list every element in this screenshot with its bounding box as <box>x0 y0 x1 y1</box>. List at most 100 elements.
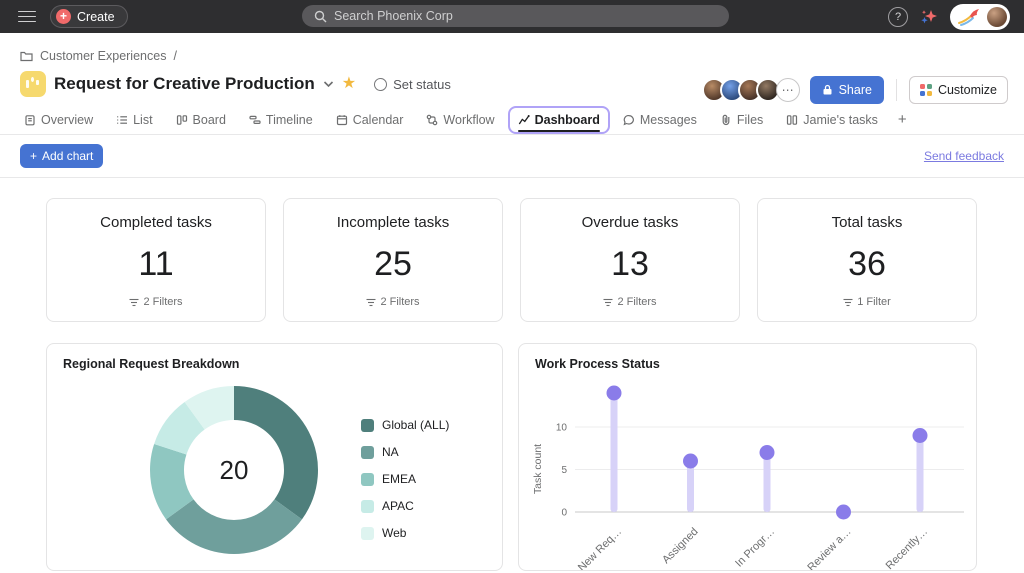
legend-item[interactable]: APAC <box>361 499 449 513</box>
lollipop-dot[interactable] <box>836 505 851 520</box>
tab-label: Timeline <box>266 113 313 127</box>
customize-button-label: Customize <box>938 83 997 97</box>
lollipop-dot[interactable] <box>607 386 622 401</box>
legend-label: Web <box>382 526 406 540</box>
share-button[interactable]: Share <box>810 76 884 104</box>
stat-card-value: 36 <box>848 247 886 281</box>
tab-label: Workflow <box>443 113 494 127</box>
topbar: + Create Search Phoenix Corp ? <box>0 0 1024 33</box>
tab-board[interactable]: Board <box>166 106 236 134</box>
lollipop-stem[interactable] <box>764 453 771 513</box>
lollipop-stem[interactable] <box>917 436 924 513</box>
create-button-label: Create <box>77 10 115 24</box>
stat-card-filters[interactable]: 2 Filters <box>129 296 182 308</box>
tab-list[interactable]: List <box>106 106 162 134</box>
tab-label: Jamie's tasks <box>803 113 878 127</box>
phoenix-logo-icon <box>956 7 982 27</box>
help-button[interactable]: ? <box>888 7 908 27</box>
donut-slice[interactable] <box>166 499 302 554</box>
filter-icon <box>366 298 376 307</box>
status-circle-icon <box>374 78 387 91</box>
lollipop-chart[interactable]: 0510Task countNew Req…AssignedIn Progr…R… <box>519 344 977 571</box>
avatar-overflow-button[interactable]: ⋯ <box>776 78 800 102</box>
clipboard-icon <box>24 114 36 126</box>
user-avatar <box>987 7 1007 27</box>
tab-label: Board <box>193 113 226 127</box>
tab-dashboard[interactable]: Dashboard <box>508 106 610 134</box>
send-feedback-link[interactable]: Send feedback <box>924 149 1004 163</box>
project-icon[interactable] <box>20 71 46 97</box>
lollipop-stem[interactable] <box>611 393 618 512</box>
tab-label: Dashboard <box>535 113 600 127</box>
divider <box>896 79 897 101</box>
lollipop-chart-card[interactable]: Work Process Status 0510Task countNew Re… <box>518 343 977 571</box>
lollipop-dot[interactable] <box>913 428 928 443</box>
donut-center-label: 20 <box>220 455 249 485</box>
lollipop-dot[interactable] <box>683 454 698 469</box>
stat-card-incomplete[interactable]: Incomplete tasks 25 2 Filters <box>283 198 503 322</box>
stat-card-filters[interactable]: 2 Filters <box>603 296 656 308</box>
lollipop-dot[interactable] <box>760 445 775 460</box>
dashboard-content: Completed tasks 11 2 Filters Incomplete … <box>0 178 1024 571</box>
add-tab-button[interactable]: + <box>891 106 914 133</box>
stat-card-filters[interactable]: 1 Filter <box>843 296 891 308</box>
legend-label: Global (ALL) <box>382 418 449 432</box>
tab-overview[interactable]: Overview <box>14 106 103 134</box>
member-avatars[interactable]: ⋯ <box>702 78 800 102</box>
legend-swatch <box>361 527 374 540</box>
workspace-user-pill[interactable] <box>950 4 1010 30</box>
asana-dashboard-app: + Create Search Phoenix Corp ? <box>0 0 1024 573</box>
chart-line-icon <box>518 114 530 126</box>
tab-workflow[interactable]: Workflow <box>416 106 504 134</box>
legend-item[interactable]: NA <box>361 445 449 459</box>
set-status-button[interactable]: Set status <box>374 77 451 92</box>
legend-item[interactable]: EMEA <box>361 472 449 486</box>
legend-item[interactable]: Global (ALL) <box>361 418 449 432</box>
stat-card-overdue[interactable]: Overdue tasks 13 2 Filters <box>520 198 740 322</box>
tab-jamies-tasks[interactable]: Jamie's tasks <box>776 106 888 134</box>
favorite-star-icon[interactable]: ★ <box>342 76 356 92</box>
tab-label: Overview <box>41 113 93 127</box>
share-button-label: Share <box>839 83 872 97</box>
sidebar-toggle-hamburger-icon[interactable] <box>18 11 36 23</box>
search-icon <box>314 10 327 23</box>
page-header: Customer Experiences / ⋯ Share <box>0 33 1024 135</box>
search-input[interactable]: Search Phoenix Corp <box>302 5 729 27</box>
stat-card-title: Total tasks <box>832 214 903 231</box>
donut-slice[interactable] <box>234 386 318 519</box>
breadcrumb-link[interactable]: Customer Experiences <box>40 49 166 63</box>
tab-files[interactable]: Files <box>710 106 773 134</box>
legend-item[interactable]: Web <box>361 526 449 540</box>
stat-card-filters[interactable]: 2 Filters <box>366 296 419 308</box>
x-category-label: Assigned <box>660 526 700 566</box>
project-tabs: Overview List Board Timeline Calendar Wo… <box>0 105 1024 135</box>
chart-cards-row: Regional Request Breakdown 20 Global (AL… <box>46 343 977 571</box>
page-title: Request for Creative Production <box>54 74 315 94</box>
filter-icon <box>603 298 613 307</box>
stat-card-completed[interactable]: Completed tasks 11 2 Filters <box>46 198 266 322</box>
tab-messages[interactable]: Messages <box>613 106 707 134</box>
chart-legend: Global (ALL) NA EMEA APAC Web <box>361 418 449 540</box>
x-category-label: Review a… <box>805 526 853 571</box>
folder-icon <box>20 50 33 62</box>
customize-button[interactable]: Customize <box>909 76 1008 104</box>
donut-chart-card[interactable]: Regional Request Breakdown 20 Global (AL… <box>46 343 503 571</box>
ai-sparkle-icon[interactable] <box>920 8 938 26</box>
filters-label: 1 Filter <box>857 296 891 308</box>
plus-icon: + <box>30 149 37 163</box>
set-status-label: Set status <box>393 77 451 92</box>
add-chart-button[interactable]: + Add chart <box>20 144 103 168</box>
tab-timeline[interactable]: Timeline <box>239 106 323 134</box>
stat-card-title: Overdue tasks <box>582 214 679 231</box>
stat-card-total[interactable]: Total tasks 36 1 Filter <box>757 198 977 322</box>
list-icon <box>116 114 128 126</box>
calendar-icon <box>336 114 348 126</box>
chevron-down-icon[interactable] <box>323 80 334 88</box>
x-category-label: New Req… <box>576 526 624 571</box>
lollipop-stem[interactable] <box>687 461 694 512</box>
y-tick-label: 10 <box>556 423 568 434</box>
y-tick-label: 0 <box>561 508 567 519</box>
tab-calendar[interactable]: Calendar <box>326 106 414 134</box>
y-axis-label: Task count <box>532 444 544 494</box>
create-button[interactable]: + Create <box>50 5 128 28</box>
